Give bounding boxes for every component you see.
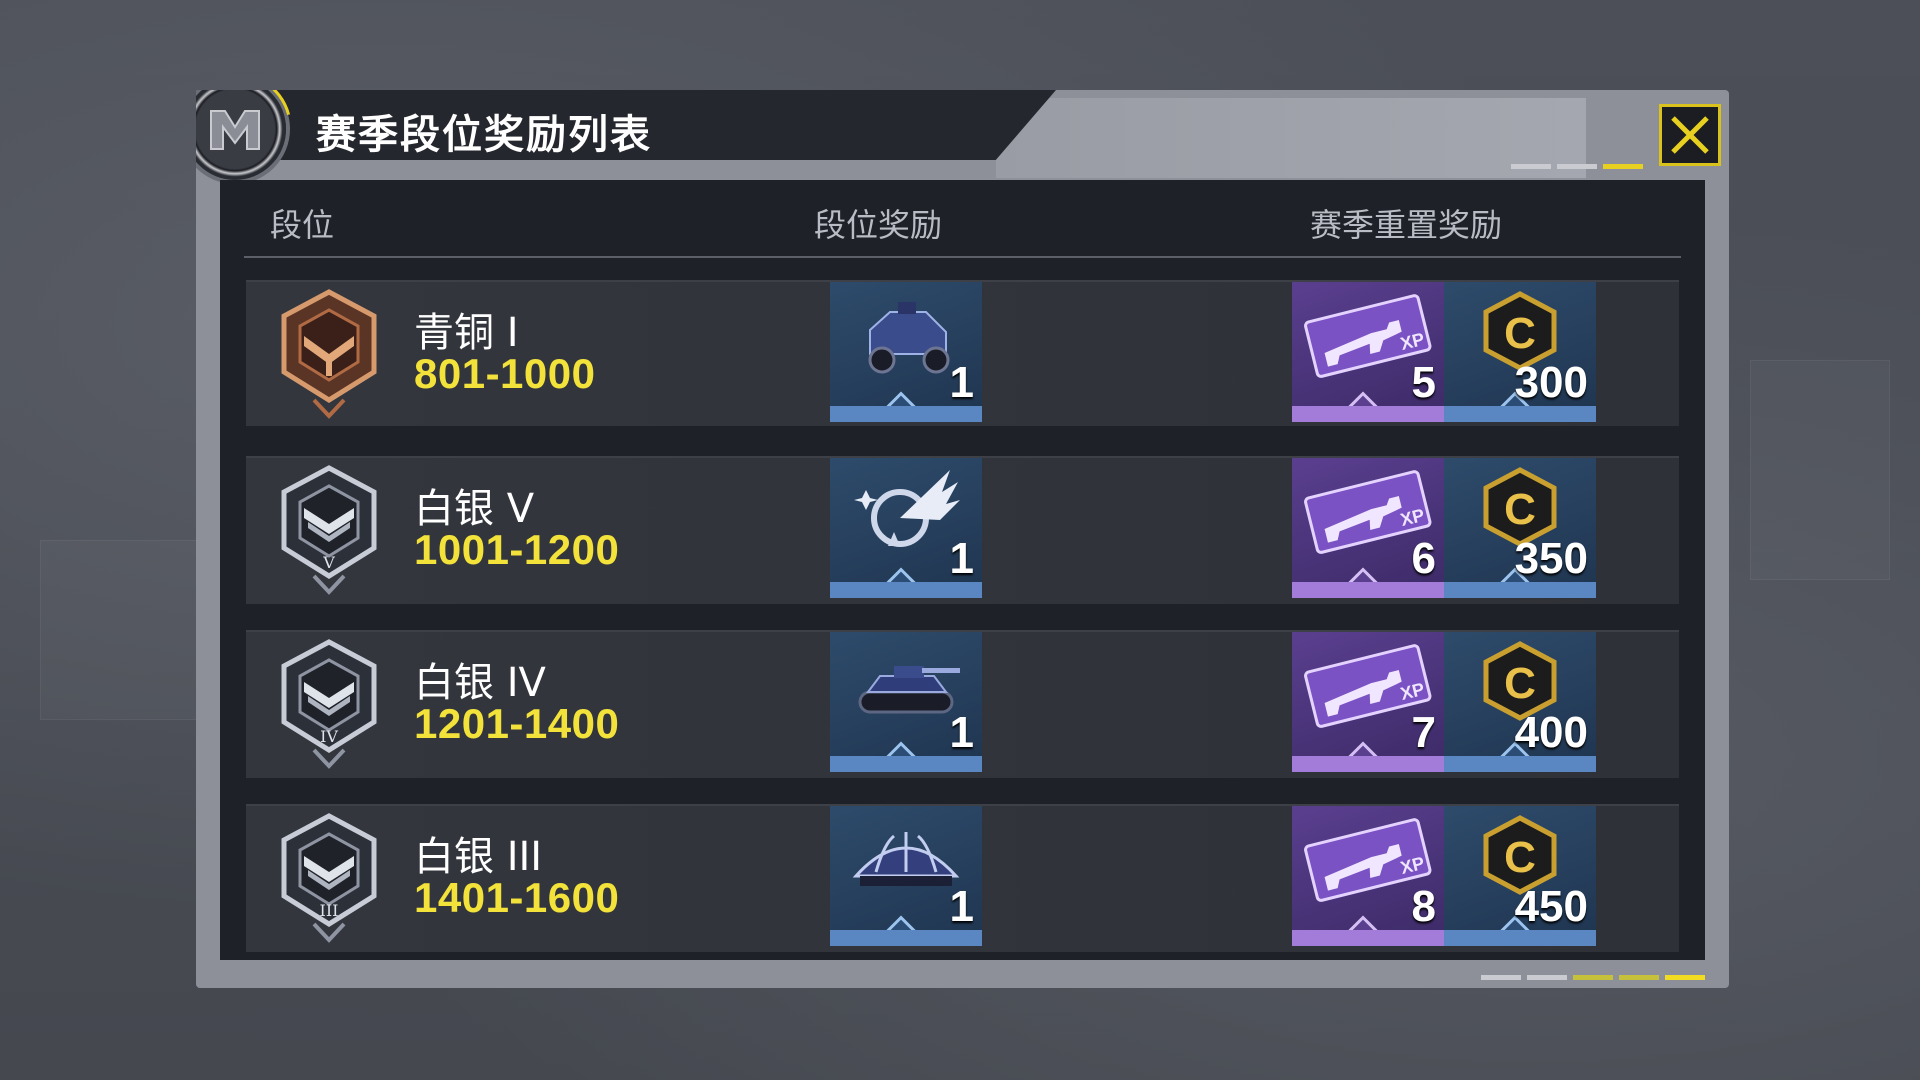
page-dot: [1527, 975, 1567, 980]
rarity-bar: [1292, 406, 1444, 422]
reward-quantity: 1: [949, 882, 974, 931]
silver-rank-badge-icon: V: [281, 465, 377, 595]
table-row: 青铜 I 801-1000 1 XP 5 C 300: [246, 280, 1679, 426]
reward-rows: 青铜 I 801-1000 1 XP 5 C 300 V 白银 V 1001-1…: [246, 280, 1679, 978]
rank-reward-tile[interactable]: 1: [830, 458, 982, 598]
bronze-rank-badge-icon: [281, 289, 377, 419]
cod-points-quantity: 350: [1514, 534, 1588, 583]
season-emblem-icon: [196, 90, 313, 207]
dialog-title: 赛季段位奖励列表: [316, 112, 652, 158]
page-dot-active: [1665, 975, 1705, 980]
xp-card-quantity: 8: [1411, 882, 1436, 931]
reward-quantity: 1: [949, 708, 974, 757]
header-season-reset-reward: 赛季重置奖励: [1310, 206, 1503, 244]
header-divider: [244, 256, 1681, 258]
xp-card-quantity: 7: [1411, 708, 1436, 757]
rarity-bar: [830, 930, 982, 946]
title-bar-accent: [996, 98, 1586, 178]
xp-card-tile[interactable]: XP 6: [1292, 458, 1444, 598]
rank-numeral: V: [322, 553, 335, 572]
title-bar: 赛季段位奖励列表: [196, 90, 1056, 160]
cp-label: C: [1504, 309, 1536, 358]
cp-label: C: [1504, 485, 1536, 534]
silver-rank-badge-icon: III: [281, 813, 377, 943]
season-rank-rewards-dialog: 赛季段位奖励列表 段位 段位奖励 赛季重置奖励 青铜 I 801-1000 1 …: [196, 90, 1729, 988]
rarity-bar: [1292, 756, 1444, 772]
rarity-bar: [830, 406, 982, 422]
rank-range: 1001-1200: [414, 526, 620, 573]
background-panel: [1750, 360, 1890, 580]
rewards-table: 段位 段位奖励 赛季重置奖励 青铜 I 801-1000 1 XP 5 C 30…: [220, 180, 1705, 960]
rarity-bar: [1444, 930, 1596, 946]
page-dot: [1573, 975, 1613, 980]
rarity-bar: [1444, 582, 1596, 598]
rarity-bar: [830, 582, 982, 598]
rank-reward-tile[interactable]: 1: [830, 806, 982, 946]
reward-quantity: 1: [949, 358, 974, 407]
cod-points-tile[interactable]: C 300: [1444, 282, 1596, 422]
rarity-bar: [830, 756, 982, 772]
cod-points-quantity: 300: [1514, 358, 1588, 407]
page-dot: [1481, 975, 1521, 980]
page-dot: [1511, 164, 1551, 169]
xp-card-tile[interactable]: XP 8: [1292, 806, 1444, 946]
xp-card-quantity: 5: [1411, 358, 1436, 407]
cp-label: C: [1504, 659, 1536, 708]
xp-card-tile[interactable]: XP 5: [1292, 282, 1444, 422]
rank-numeral: III: [320, 901, 339, 920]
close-button[interactable]: [1659, 104, 1721, 166]
silver-rank-badge-icon: IV: [281, 639, 377, 769]
reward-quantity: 1: [949, 534, 974, 583]
page-dot: [1619, 975, 1659, 980]
cod-points-tile[interactable]: C 450: [1444, 806, 1596, 946]
background-panel: [40, 540, 200, 720]
page-indicator-top: [1511, 164, 1643, 169]
table-row: V 白银 V 1001-1200 1 XP 6 C 350: [246, 456, 1679, 604]
table-row: IV 白银 IV 1201-1400 1 XP 7 C 400: [246, 630, 1679, 778]
table-row: III 白银 III 1401-1600 1 XP 8 C 450: [246, 804, 1679, 952]
xp-card-tile[interactable]: XP 7: [1292, 632, 1444, 772]
page-dot: [1557, 164, 1597, 169]
header-rank: 段位: [270, 206, 335, 244]
cod-points-quantity: 450: [1514, 882, 1588, 931]
rank-reward-tile[interactable]: 1: [830, 632, 982, 772]
cod-points-tile[interactable]: C 400: [1444, 632, 1596, 772]
rarity-bar: [1444, 756, 1596, 772]
rank-range: 1201-1400: [414, 700, 620, 747]
rarity-bar: [1292, 930, 1444, 946]
header-rank-reward: 段位奖励: [814, 206, 943, 244]
close-x-icon: [1671, 116, 1709, 154]
cp-label: C: [1504, 833, 1536, 882]
page-dot-active: [1603, 164, 1643, 169]
page-indicator-bottom: [1481, 975, 1705, 980]
cod-points-quantity: 400: [1514, 708, 1588, 757]
rarity-bar: [1444, 406, 1596, 422]
rank-numeral: IV: [320, 727, 338, 746]
cod-points-tile[interactable]: C 350: [1444, 458, 1596, 598]
xp-card-quantity: 6: [1411, 534, 1436, 583]
rank-range: 801-1000: [414, 350, 596, 397]
rank-range: 1401-1600: [414, 874, 620, 921]
rank-reward-tile[interactable]: 1: [830, 282, 982, 422]
rarity-bar: [1292, 582, 1444, 598]
